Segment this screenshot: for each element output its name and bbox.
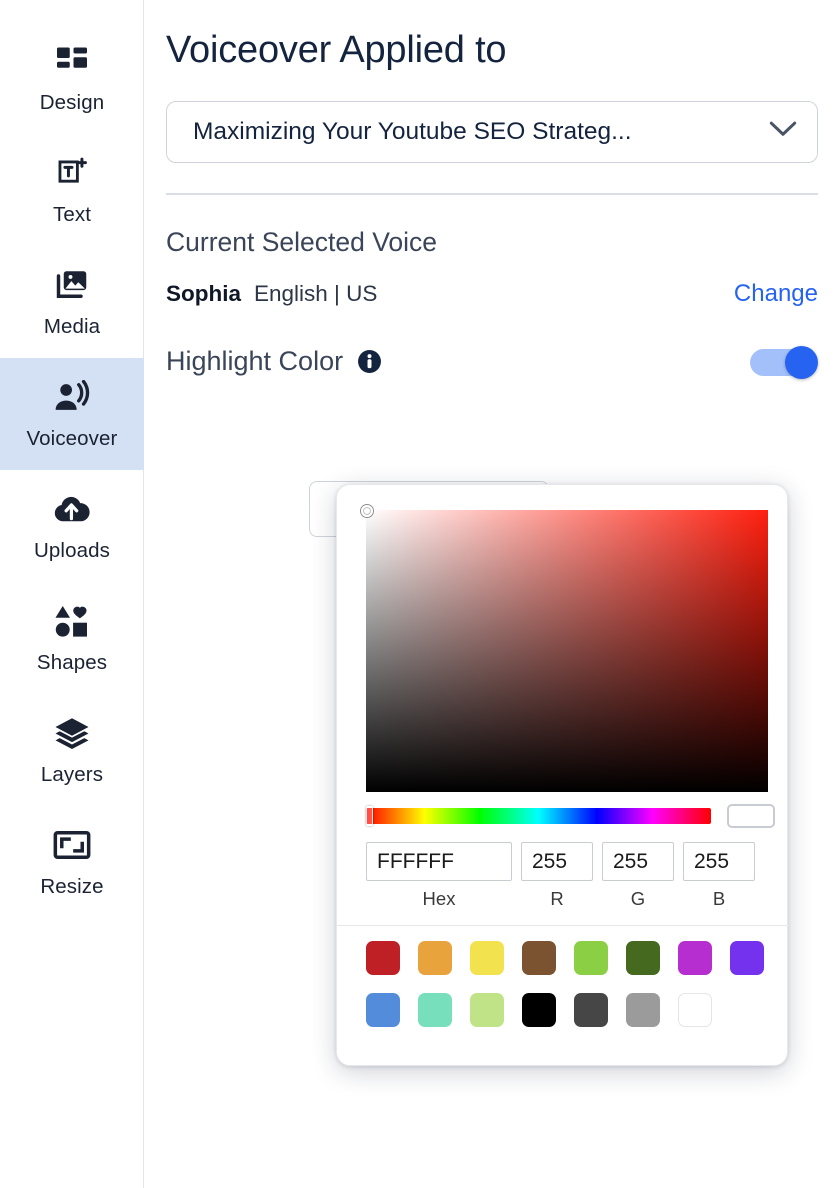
project-select-value: Maximizing Your Youtube SEO Strateg... xyxy=(193,118,632,146)
saturation-value-area[interactable] xyxy=(366,510,768,792)
sidebar-item-uploads[interactable]: Uploads xyxy=(0,470,144,582)
green-field-label: G xyxy=(631,888,645,910)
sidebar-item-label: Media xyxy=(44,315,100,339)
green-field: 255 G xyxy=(602,842,674,910)
red-field: 255 R xyxy=(521,842,593,910)
layers-icon xyxy=(50,713,94,753)
swatch-pale-green[interactable] xyxy=(470,993,504,1027)
sidebar-item-media[interactable]: Media xyxy=(0,246,144,358)
page-title: Voiceover Applied to xyxy=(166,28,818,74)
preset-swatch-grid xyxy=(366,941,773,1027)
info-icon[interactable] xyxy=(357,349,382,374)
swatch-light-green[interactable] xyxy=(574,941,608,975)
hue-slider-row xyxy=(366,804,783,828)
swatch-section-divider xyxy=(337,925,789,926)
design-grid-icon xyxy=(50,41,94,81)
hex-field: FFFFFF Hex xyxy=(366,842,512,910)
swatch-black[interactable] xyxy=(522,993,556,1027)
chevron-down-icon xyxy=(769,120,797,143)
hex-input[interactable]: FFFFFF xyxy=(366,842,512,881)
media-image-icon xyxy=(50,265,94,305)
sidebar-item-shapes[interactable]: Shapes xyxy=(0,582,144,694)
sidebar-item-label: Resize xyxy=(40,875,103,899)
highlight-color-label: Highlight Color xyxy=(166,346,343,377)
blue-field-label: B xyxy=(713,888,725,910)
sidebar-item-label: Design xyxy=(40,91,104,115)
sidebar-item-voiceover[interactable]: Voiceover xyxy=(0,358,144,470)
main-panel: Voiceover Applied to Maximizing Your You… xyxy=(144,0,834,1188)
toggle-knob xyxy=(785,346,818,379)
section-divider xyxy=(166,193,818,195)
blue-input[interactable]: 255 xyxy=(683,842,755,881)
left-sidebar: Design Text Media xyxy=(0,0,144,1188)
hue-slider-handle[interactable] xyxy=(366,806,373,826)
swatch-yellow[interactable] xyxy=(470,941,504,975)
blue-field: 255 B xyxy=(683,842,755,910)
red-field-label: R xyxy=(550,888,563,910)
resize-icon xyxy=(50,825,94,865)
swatch-brown[interactable] xyxy=(522,941,556,975)
color-preview-swatch xyxy=(727,804,775,828)
swatch-magenta[interactable] xyxy=(678,941,712,975)
swatch-white[interactable] xyxy=(678,993,712,1027)
sidebar-item-text[interactable]: Text xyxy=(0,134,144,246)
sidebar-item-design[interactable]: Design xyxy=(0,22,144,134)
swatch-mint[interactable] xyxy=(418,993,452,1027)
project-select[interactable]: Maximizing Your Youtube SEO Strateg... xyxy=(166,101,818,163)
sidebar-item-label: Voiceover xyxy=(27,427,118,451)
sidebar-item-label: Shapes xyxy=(37,651,107,675)
current-voice-section-title: Current Selected Voice xyxy=(166,227,818,258)
swatch-blue[interactable] xyxy=(366,993,400,1027)
highlight-color-toggle[interactable] xyxy=(750,346,818,378)
voiceover-icon xyxy=(50,377,94,417)
shapes-icon xyxy=(50,601,94,641)
swatch-crimson-red[interactable] xyxy=(366,941,400,975)
swatch-gray[interactable] xyxy=(626,993,660,1027)
voice-language: English | US xyxy=(254,281,377,307)
add-text-icon xyxy=(50,153,94,193)
highlight-color-row: Highlight Color xyxy=(166,346,818,378)
swatch-orange-tan[interactable] xyxy=(418,941,452,975)
voice-name: Sophia xyxy=(166,281,241,307)
swatch-dark-gray[interactable] xyxy=(574,993,608,1027)
sidebar-item-label: Uploads xyxy=(34,539,110,563)
swatch-violet[interactable] xyxy=(730,941,764,975)
green-input[interactable]: 255 xyxy=(602,842,674,881)
app-root: Design Text Media xyxy=(0,0,834,1188)
hex-field-label: Hex xyxy=(423,888,456,910)
cloud-upload-icon xyxy=(50,489,94,529)
sidebar-item-resize[interactable]: Resize xyxy=(0,806,144,918)
change-voice-link[interactable]: Change xyxy=(734,280,818,308)
sidebar-item-label: Text xyxy=(53,203,91,227)
swatch-dark-green[interactable] xyxy=(626,941,660,975)
saturation-value-handle[interactable] xyxy=(361,505,373,517)
sidebar-item-layers[interactable]: Layers xyxy=(0,694,144,806)
color-picker-popup: FFFFFF Hex 255 R 255 G 255 B xyxy=(336,484,788,1066)
current-voice-row: Sophia English | US Change xyxy=(166,280,818,308)
red-input[interactable]: 255 xyxy=(521,842,593,881)
hue-slider[interactable] xyxy=(366,808,711,824)
color-value-fields: FFFFFF Hex 255 R 255 G 255 B xyxy=(366,842,773,910)
sidebar-item-label: Layers xyxy=(41,763,103,787)
